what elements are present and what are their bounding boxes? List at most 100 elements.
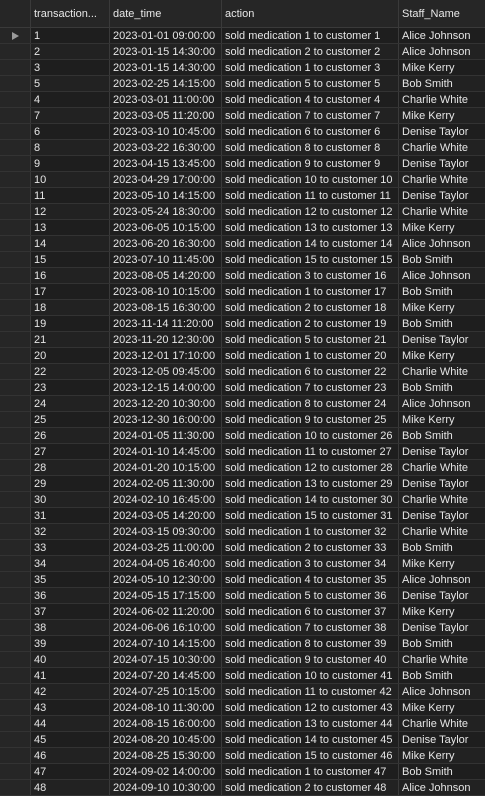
cell-staff-name[interactable]: Mike Kerry (399, 108, 485, 123)
cell-date-time[interactable]: 2023-07-10 11:45:00 (110, 252, 222, 267)
cell-transaction-id[interactable]: 1 (31, 28, 110, 43)
table-row[interactable]: 26 2024-01-05 11:30:00 sold medication 10 … (0, 428, 485, 444)
cell-date-time[interactable]: 2024-07-15 10:30:00 (110, 652, 222, 667)
cell-transaction-id[interactable]: 44 (31, 716, 110, 731)
row-selector[interactable] (0, 460, 31, 475)
row-selector[interactable] (0, 92, 31, 107)
header-staff-name[interactable]: Staff_Name (399, 0, 485, 27)
cell-date-time[interactable]: 2023-06-05 10:15:00 (110, 220, 222, 235)
row-selector[interactable] (0, 268, 31, 283)
cell-date-time[interactable]: 2023-03-22 16:30:00 (110, 140, 222, 155)
cell-staff-name[interactable]: Bob Smith (399, 252, 485, 267)
cell-transaction-id[interactable]: 23 (31, 380, 110, 395)
cell-transaction-id[interactable]: 45 (31, 732, 110, 747)
cell-transaction-id[interactable]: 19 (31, 316, 110, 331)
cell-date-time[interactable]: 2023-11-14 11:20:00 (110, 316, 222, 331)
cell-date-time[interactable]: 2023-03-10 10:45:00 (110, 124, 222, 139)
table-row[interactable]: 18 2023-08-15 16:30:00 sold medication 2 t… (0, 300, 485, 316)
cell-date-time[interactable]: 2024-04-05 16:40:00 (110, 556, 222, 571)
table-row[interactable]: 46 2024-08-25 15:30:00 sold medication 15 … (0, 748, 485, 764)
cell-action[interactable]: sold medication 8 to customer 39 (222, 636, 399, 651)
cell-action[interactable]: sold medication 15 to customer 31 (222, 508, 399, 523)
cell-transaction-id[interactable]: 24 (31, 396, 110, 411)
table-row[interactable]: 6 2023-03-10 10:45:00 sold medication 6 to… (0, 124, 485, 140)
row-selector[interactable] (0, 396, 31, 411)
row-selector[interactable] (0, 76, 31, 91)
cell-date-time[interactable]: 2024-08-15 16:00:00 (110, 716, 222, 731)
cell-staff-name[interactable]: Charlie White (399, 652, 485, 667)
cell-date-time[interactable]: 2024-01-05 11:30:00 (110, 428, 222, 443)
row-selector[interactable] (0, 156, 31, 171)
row-selector[interactable] (0, 508, 31, 523)
table-row[interactable]: 13 2023-06-05 10:15:00 sold medication 13 … (0, 220, 485, 236)
row-selector[interactable] (0, 236, 31, 251)
cell-date-time[interactable]: 2024-02-05 11:30:00 (110, 476, 222, 491)
cell-staff-name[interactable]: Denise Taylor (399, 124, 485, 139)
cell-action[interactable]: sold medication 13 to customer 29 (222, 476, 399, 491)
table-row[interactable]: 39 2024-07-10 14:15:00 sold medication 8 t… (0, 636, 485, 652)
cell-date-time[interactable]: 2023-05-10 14:15:00 (110, 188, 222, 203)
cell-date-time[interactable]: 2023-02-25 14:15:00 (110, 76, 222, 91)
cell-transaction-id[interactable]: 21 (31, 332, 110, 347)
cell-date-time[interactable]: 2024-07-20 14:45:00 (110, 668, 222, 683)
cell-staff-name[interactable]: Mike Kerry (399, 348, 485, 363)
cell-date-time[interactable]: 2023-04-29 17:00:00 (110, 172, 222, 187)
cell-transaction-id[interactable]: 37 (31, 604, 110, 619)
table-row[interactable]: 7 2023-03-05 11:20:00 sold medication 7 to… (0, 108, 485, 124)
cell-action[interactable]: sold medication 10 to customer 41 (222, 668, 399, 683)
cell-staff-name[interactable]: Denise Taylor (399, 332, 485, 347)
cell-staff-name[interactable]: Bob Smith (399, 380, 485, 395)
table-row[interactable]: 31 2024-03-05 14:20:00 sold medication 15 … (0, 508, 485, 524)
table-row[interactable]: 32 2024-03-15 09:30:00 sold medication 1 t… (0, 524, 485, 540)
cell-action[interactable]: sold medication 1 to customer 3 (222, 60, 399, 75)
table-row[interactable]: 12 2023-05-24 18:30:00 sold medication 12 … (0, 204, 485, 220)
cell-action[interactable]: sold medication 13 to customer 44 (222, 716, 399, 731)
cell-staff-name[interactable]: Denise Taylor (399, 188, 485, 203)
cell-transaction-id[interactable]: 33 (31, 540, 110, 555)
table-row[interactable]: 23 2023-12-15 14:00:00 sold medication 7 t… (0, 380, 485, 396)
row-selector[interactable] (0, 572, 31, 587)
cell-action[interactable]: sold medication 4 to customer 4 (222, 92, 399, 107)
cell-transaction-id[interactable]: 9 (31, 156, 110, 171)
table-row[interactable]: 14 2023-06-20 16:30:00 sold medication 14 … (0, 236, 485, 252)
cell-date-time[interactable]: 2023-06-20 16:30:00 (110, 236, 222, 251)
cell-action[interactable]: sold medication 1 to customer 47 (222, 764, 399, 779)
cell-date-time[interactable]: 2023-12-20 10:30:00 (110, 396, 222, 411)
cell-date-time[interactable]: 2023-08-10 10:15:00 (110, 284, 222, 299)
cell-staff-name[interactable]: Alice Johnson (399, 236, 485, 251)
cell-date-time[interactable]: 2023-05-24 18:30:00 (110, 204, 222, 219)
table-row[interactable]: 17 2023-08-10 10:15:00 sold medication 1 t… (0, 284, 485, 300)
cell-action[interactable]: sold medication 14 to customer 30 (222, 492, 399, 507)
cell-transaction-id[interactable]: 31 (31, 508, 110, 523)
cell-staff-name[interactable]: Denise Taylor (399, 588, 485, 603)
cell-transaction-id[interactable]: 30 (31, 492, 110, 507)
cell-date-time[interactable]: 2024-07-25 10:15:00 (110, 684, 222, 699)
row-selector[interactable] (0, 732, 31, 747)
cell-staff-name[interactable]: Bob Smith (399, 76, 485, 91)
row-selector[interactable] (0, 252, 31, 267)
table-row[interactable]: 35 2024-05-10 12:30:00 sold medication 4 t… (0, 572, 485, 588)
cell-transaction-id[interactable]: 12 (31, 204, 110, 219)
cell-date-time[interactable]: 2024-08-10 11:30:00 (110, 700, 222, 715)
cell-transaction-id[interactable]: 7 (31, 108, 110, 123)
cell-staff-name[interactable]: Denise Taylor (399, 476, 485, 491)
cell-transaction-id[interactable]: 43 (31, 700, 110, 715)
cell-date-time[interactable]: 2023-08-05 14:20:00 (110, 268, 222, 283)
cell-date-time[interactable]: 2024-03-25 11:00:00 (110, 540, 222, 555)
cell-transaction-id[interactable]: 4 (31, 92, 110, 107)
cell-transaction-id[interactable]: 42 (31, 684, 110, 699)
row-selector[interactable] (0, 188, 31, 203)
cell-staff-name[interactable]: Charlie White (399, 92, 485, 107)
cell-transaction-id[interactable]: 2 (31, 44, 110, 59)
cell-action[interactable]: sold medication 14 to customer 45 (222, 732, 399, 747)
cell-transaction-id[interactable]: 14 (31, 236, 110, 251)
row-selector[interactable] (0, 684, 31, 699)
table-row[interactable]: 30 2024-02-10 16:45:00 sold medication 14 … (0, 492, 485, 508)
cell-date-time[interactable]: 2024-05-10 12:30:00 (110, 572, 222, 587)
row-selector[interactable] (0, 668, 31, 683)
table-row[interactable]: 28 2024-01-20 10:15:00 sold medication 12 … (0, 460, 485, 476)
cell-transaction-id[interactable]: 34 (31, 556, 110, 571)
table-row[interactable]: 3 2023-01-15 14:30:00 sold medication 1 to… (0, 60, 485, 76)
row-selector[interactable] (0, 492, 31, 507)
cell-transaction-id[interactable]: 48 (31, 780, 110, 795)
